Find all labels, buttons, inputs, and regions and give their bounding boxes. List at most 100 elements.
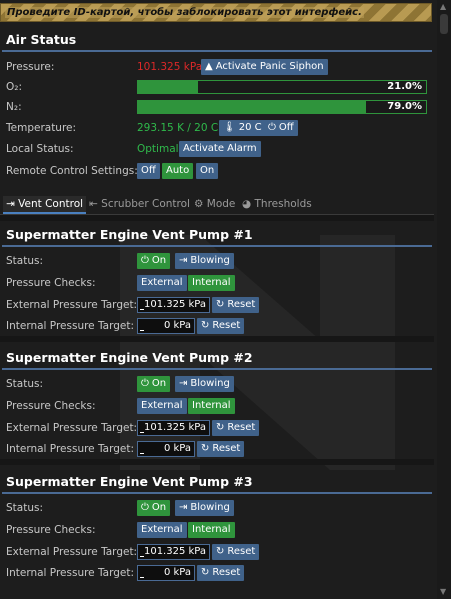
vent-pump-rule [2, 245, 432, 247]
scroll-thumb[interactable] [440, 14, 448, 34]
pressure-check-internal-button[interactable]: Internal [188, 522, 235, 538]
sign-out-icon: ⇥ [179, 255, 188, 266]
pump-status-label: Status: [6, 502, 43, 514]
n2-value: 79.0% [387, 101, 422, 112]
activate-alarm-button[interactable]: Activate Alarm [179, 141, 261, 157]
external-target-reset-button[interactable]: ↻ Reset [212, 420, 260, 436]
external-reset-label: Reset [227, 546, 256, 557]
external-target-value: 101.325 kPa [143, 299, 206, 310]
internal-target-input[interactable]: 0 kPa [137, 441, 195, 457]
undo-icon: ↻ [201, 320, 210, 331]
tab-scrubber-control[interactable]: ⇤ Scrubber Control [89, 196, 190, 212]
filter-icon: ⇤ [89, 198, 98, 210]
pump-blowing-button[interactable]: ⇥ Blowing [175, 500, 234, 516]
external-target-reset-button[interactable]: ↻ Reset [212, 297, 260, 313]
tab-vent-control-label: Vent Control [18, 198, 84, 210]
tab-vent-control[interactable]: ⇥ Vent Control [3, 196, 87, 214]
internal-target-reset-button[interactable]: ↻ Reset [197, 318, 245, 334]
scroll-down-icon[interactable]: ▼ [440, 587, 446, 597]
vent-pump-title: Supermatter Engine Vent Pump #3 [6, 474, 253, 489]
undo-icon: ↻ [216, 546, 225, 557]
vent-pump-section-2: Supermatter Engine Vent Pump #2 Status: … [0, 342, 434, 462]
pressure-check-external-button[interactable]: External [137, 398, 187, 414]
n2-bar-fill [138, 101, 366, 113]
pump-on-button[interactable]: ⏻ On [137, 253, 171, 269]
pressure-value: 101.325 kPa [137, 61, 203, 73]
temperature-target-button[interactable]: 🌡 20 C [219, 120, 266, 136]
exclamation-triangle-icon: ▲ [205, 61, 213, 72]
pressure-check-internal-button[interactable]: Internal [188, 398, 235, 414]
temperature-label: Temperature: [6, 122, 77, 134]
section-divider [0, 459, 434, 465]
internal-reset-label: Reset [212, 443, 241, 454]
sign-out-icon: ⇥ [179, 502, 188, 513]
external-target-label: External Pressure Target: [6, 546, 138, 558]
external-reset-label: Reset [227, 422, 256, 433]
vent-pump-rule [2, 368, 432, 370]
external-target-input[interactable]: 101.325 kPa [137, 297, 210, 313]
tab-thresholds[interactable]: ◕ Thresholds [242, 196, 312, 212]
vent-pump-rule [2, 492, 432, 494]
internal-reset-label: Reset [212, 567, 241, 578]
external-target-label: External Pressure Target: [6, 422, 138, 434]
air-alarm-window: Проведите ID-картой, чтобы заблокировать… [0, 0, 434, 599]
temperature-target-label: 20 C [238, 122, 262, 133]
pressure-label: Pressure: [6, 61, 55, 73]
internal-reset-label: Reset [212, 320, 241, 331]
vent-pump-title: Supermatter Engine Vent Pump #1 [6, 227, 253, 242]
undo-icon: ↻ [201, 443, 210, 454]
pump-blowing-button[interactable]: ⇥ Blowing [175, 376, 234, 392]
o2-label: O₂: [6, 81, 23, 93]
pressure-check-external-button[interactable]: External [137, 522, 187, 538]
internal-target-reset-button[interactable]: ↻ Reset [197, 565, 245, 581]
scrollbar[interactable]: ▲ ▼ [437, 0, 451, 599]
sign-out-icon: ⇥ [179, 378, 188, 389]
pump-on-button[interactable]: ⏻ On [137, 500, 171, 516]
tab-bar: ⇥ Vent Control ⇤ Scrubber Control ⚙ Mode… [0, 194, 434, 215]
external-target-label: External Pressure Target: [6, 299, 138, 311]
pump-on-button[interactable]: ⏻ On [137, 376, 171, 392]
air-status-title: Air Status [6, 32, 77, 47]
internal-target-input[interactable]: 0 kPa [137, 565, 195, 581]
id-lock-notice: Проведите ID-картой, чтобы заблокировать… [0, 3, 432, 22]
internal-target-value: 0 kPa [163, 567, 191, 578]
pressure-checks-label: Pressure Checks: [6, 277, 96, 289]
o2-bar: 21.0% [137, 80, 427, 94]
external-target-input[interactable]: 101.325 kPa [137, 544, 210, 560]
pump-status-label: Status: [6, 255, 43, 267]
undo-icon: ↻ [216, 299, 225, 310]
vent-pump-section-3: Supermatter Engine Vent Pump #3 Status: … [0, 466, 434, 586]
power-icon: ⏻ [141, 255, 149, 266]
temperature-off-button[interactable]: ⏻ Off [264, 120, 298, 136]
internal-target-label: Internal Pressure Target: [6, 567, 134, 579]
internal-target-label: Internal Pressure Target: [6, 443, 134, 455]
remote-auto-button[interactable]: Auto [162, 163, 194, 179]
o2-value: 21.0% [387, 81, 422, 92]
external-target-reset-button[interactable]: ↻ Reset [212, 544, 260, 560]
pump-on-label: On [151, 255, 167, 266]
tab-mode[interactable]: ⚙ Mode [194, 196, 235, 212]
panic-siphon-button[interactable]: ▲ Activate Panic Siphon [201, 59, 328, 75]
pump-on-label: On [151, 502, 167, 513]
gear-icon: ⚙ [194, 198, 204, 210]
external-target-value: 101.325 kPa [143, 546, 206, 557]
gauge-icon: ◕ [242, 198, 252, 210]
o2-bar-fill [138, 81, 199, 93]
n2-bar: 79.0% [137, 100, 427, 114]
internal-target-input[interactable]: 0 kPa [137, 318, 195, 334]
scroll-up-icon[interactable]: ▲ [440, 2, 446, 12]
remote-on-button[interactable]: On [196, 163, 219, 179]
pump-status-label: Status: [6, 378, 43, 390]
pressure-check-external-button[interactable]: External [137, 275, 187, 291]
temperature-off-label: Off [278, 122, 294, 133]
tab-scrubber-control-label: Scrubber Control [101, 198, 190, 210]
pump-blowing-button[interactable]: ⇥ Blowing [175, 253, 234, 269]
internal-target-value: 0 kPa [163, 443, 191, 454]
external-target-input[interactable]: 101.325 kPa [137, 420, 210, 436]
internal-target-label: Internal Pressure Target: [6, 320, 134, 332]
remote-off-button[interactable]: Off [137, 163, 160, 179]
internal-target-reset-button[interactable]: ↻ Reset [197, 441, 245, 457]
vent-pump-section-1: Supermatter Engine Vent Pump #1 Status: … [0, 219, 434, 339]
pressure-check-internal-button[interactable]: Internal [188, 275, 235, 291]
n2-label: N₂: [6, 101, 22, 113]
